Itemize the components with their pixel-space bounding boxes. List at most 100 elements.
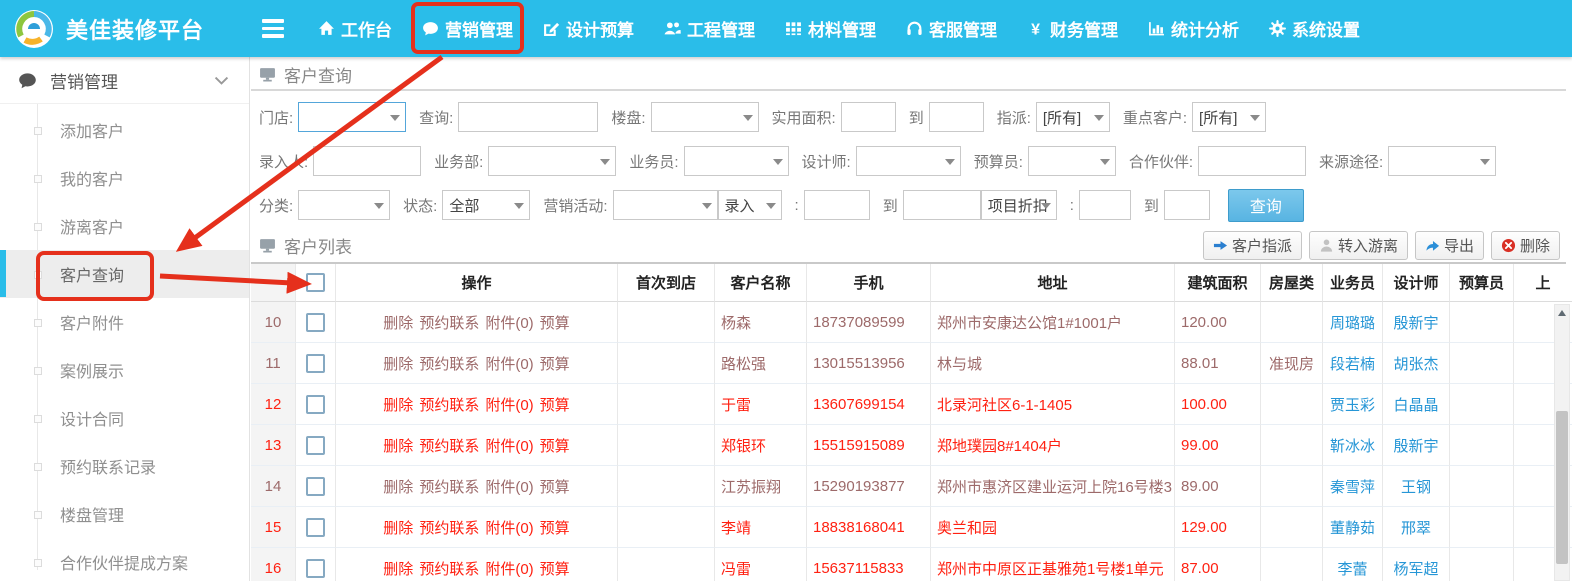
assign-select[interactable]: [所有] — [1036, 102, 1110, 132]
op-appointment-contact-link[interactable]: 预约联系 — [419, 517, 479, 538]
sidebar: 营销管理 添加客户我的客户游离客户客户查询客户附件案例展示设计合同预约联系记录楼… — [0, 57, 250, 581]
op-appointment-contact-link[interactable]: 预约联系 — [419, 312, 479, 333]
op-budget-link[interactable]: 预算 — [540, 435, 570, 456]
nav-item-statistics-analysis[interactable]: 统计分析 — [1148, 16, 1239, 41]
salesman-cell: 贾玉彩 — [1323, 384, 1383, 425]
assign-customer-button[interactable]: 客户指派 — [1203, 231, 1302, 260]
op-appointment-contact-link[interactable]: 预约联系 — [419, 476, 479, 497]
query-button[interactable]: 查询 — [1228, 189, 1304, 222]
nav-item-label: 财务管理 — [1050, 16, 1118, 41]
scroll-up-arrow-icon[interactable] — [1555, 305, 1569, 320]
nav-item-customer-service[interactable]: 客服管理 — [906, 16, 997, 41]
budgeter-select[interactable] — [1028, 146, 1116, 176]
sidebar-item-label: 预约联系记录 — [60, 454, 156, 478]
caret-down-icon — [390, 115, 400, 121]
op-delete-link[interactable]: 删除 — [383, 394, 413, 415]
sidebar-item-partner-commission-plan[interactable]: 合作伙伴提成方案 — [0, 538, 249, 586]
row-number: 15 — [251, 507, 296, 548]
op-budget-link[interactable]: 预算 — [540, 517, 570, 538]
to-drift-button[interactable]: 转入游离 — [1309, 231, 1408, 260]
op-appointment-contact-link[interactable]: 预约联系 — [419, 435, 479, 456]
sidebar-item-customer-query[interactable]: 客户查询 — [0, 250, 249, 298]
sales-dept-select[interactable] — [488, 146, 616, 176]
discount-from-input[interactable] — [1079, 190, 1131, 220]
usable-area-from-input[interactable] — [841, 102, 896, 132]
nav-item-finance-management[interactable]: ¥财务管理 — [1027, 16, 1118, 41]
nav-item-material-management[interactable]: 材料管理 — [785, 16, 876, 41]
row-checkbox[interactable] — [306, 354, 325, 373]
store-select[interactable] — [298, 102, 406, 132]
mobile-cell: 15515915089 — [807, 425, 931, 466]
entry-type-select[interactable]: 录入 — [718, 190, 782, 220]
scrollbar-thumb[interactable] — [1556, 411, 1568, 564]
nav-item-marketing[interactable]: 营销管理 — [422, 16, 513, 41]
row-checkbox[interactable] — [306, 436, 325, 455]
row-checkbox[interactable] — [306, 313, 325, 332]
op-appointment-contact-link[interactable]: 预约联系 — [419, 558, 479, 579]
partner-input[interactable] — [1198, 146, 1306, 176]
delete-button[interactable]: 删除 — [1491, 231, 1560, 260]
filter-label-search: 查询: — [419, 107, 453, 128]
op-budget-link[interactable]: 预算 — [540, 353, 570, 374]
usable-area-to-input[interactable] — [929, 102, 984, 132]
sidebar-item-building-management[interactable]: 楼盘管理 — [0, 490, 249, 538]
op-delete-link[interactable]: 删除 — [383, 476, 413, 497]
nav-item-system-settings[interactable]: 系统设置 — [1269, 16, 1360, 41]
vertical-scrollbar[interactable] — [1554, 304, 1570, 581]
entry-person-input[interactable] — [313, 146, 421, 176]
project-discount-select[interactable]: 项目折扣 — [981, 190, 1057, 220]
sidebar-item-design-contract[interactable]: 设计合同 — [0, 394, 249, 442]
export-button[interactable]: 导出 — [1415, 231, 1484, 260]
op-delete-link[interactable]: 删除 — [383, 312, 413, 333]
op-appointment-contact-link[interactable]: 预约联系 — [419, 353, 479, 374]
op-attachments-link[interactable]: 附件(0) — [485, 312, 533, 333]
marketing-activity-select[interactable] — [613, 190, 718, 220]
op-attachments-link[interactable]: 附件(0) — [485, 353, 533, 374]
nav-item-project-management[interactable]: 工程管理 — [664, 16, 755, 41]
filter-label-source: 来源途径: — [1319, 151, 1383, 172]
column-header-customer-name: 客户名称 — [715, 264, 807, 302]
op-delete-link[interactable]: 删除 — [383, 517, 413, 538]
menu-toggle-icon[interactable] — [262, 19, 284, 38]
select-all-checkbox[interactable] — [306, 273, 325, 292]
op-delete-link[interactable]: 删除 — [383, 435, 413, 456]
row-checkbox[interactable] — [306, 477, 325, 496]
nav-item-design-budget[interactable]: 设计预算 — [543, 16, 634, 41]
op-budget-link[interactable]: 预算 — [540, 558, 570, 579]
sidebar-item-drift-customers[interactable]: 游离客户 — [0, 202, 249, 250]
sidebar-item-label: 楼盘管理 — [60, 502, 124, 526]
category-select[interactable] — [298, 190, 390, 220]
discount-to-input[interactable] — [1164, 190, 1210, 220]
nav-item-workbench[interactable]: 工作台 — [318, 16, 392, 41]
building-select[interactable] — [651, 102, 759, 132]
sidebar-group-marketing[interactable]: 营销管理 — [0, 57, 249, 104]
sidebar-item-add-customer[interactable]: 添加客户 — [0, 106, 249, 154]
op-budget-link[interactable]: 预算 — [540, 312, 570, 333]
sidebar-item-appointment-contact-records[interactable]: 预约联系记录 — [0, 442, 249, 490]
salesman-select[interactable] — [684, 146, 789, 176]
entry-to-input[interactable] — [903, 190, 981, 220]
sidebar-item-case-display[interactable]: 案例展示 — [0, 346, 249, 394]
sidebar-item-my-customers[interactable]: 我的客户 — [0, 154, 249, 202]
status-select[interactable]: 全部 — [442, 190, 530, 220]
row-checkbox[interactable] — [306, 559, 325, 578]
entry-from-input[interactable] — [804, 190, 870, 220]
op-attachments-link[interactable]: 附件(0) — [485, 558, 533, 579]
row-checkbox[interactable] — [306, 395, 325, 414]
op-attachments-link[interactable]: 附件(0) — [485, 476, 533, 497]
key-customer-select[interactable]: [所有] — [1192, 102, 1266, 132]
customer-name-cell: 李靖 — [715, 507, 807, 548]
op-attachments-link[interactable]: 附件(0) — [485, 435, 533, 456]
row-checkbox[interactable] — [306, 518, 325, 537]
source-select[interactable] — [1388, 146, 1496, 176]
op-attachments-link[interactable]: 附件(0) — [485, 517, 533, 538]
designer-select[interactable] — [856, 146, 961, 176]
sidebar-item-customer-attachments[interactable]: 客户附件 — [0, 298, 249, 346]
op-attachments-link[interactable]: 附件(0) — [485, 394, 533, 415]
op-delete-link[interactable]: 删除 — [383, 558, 413, 579]
op-delete-link[interactable]: 删除 — [383, 353, 413, 374]
op-budget-link[interactable]: 预算 — [540, 476, 570, 497]
search-input[interactable] — [458, 102, 598, 132]
op-appointment-contact-link[interactable]: 预约联系 — [419, 394, 479, 415]
op-budget-link[interactable]: 预算 — [540, 394, 570, 415]
